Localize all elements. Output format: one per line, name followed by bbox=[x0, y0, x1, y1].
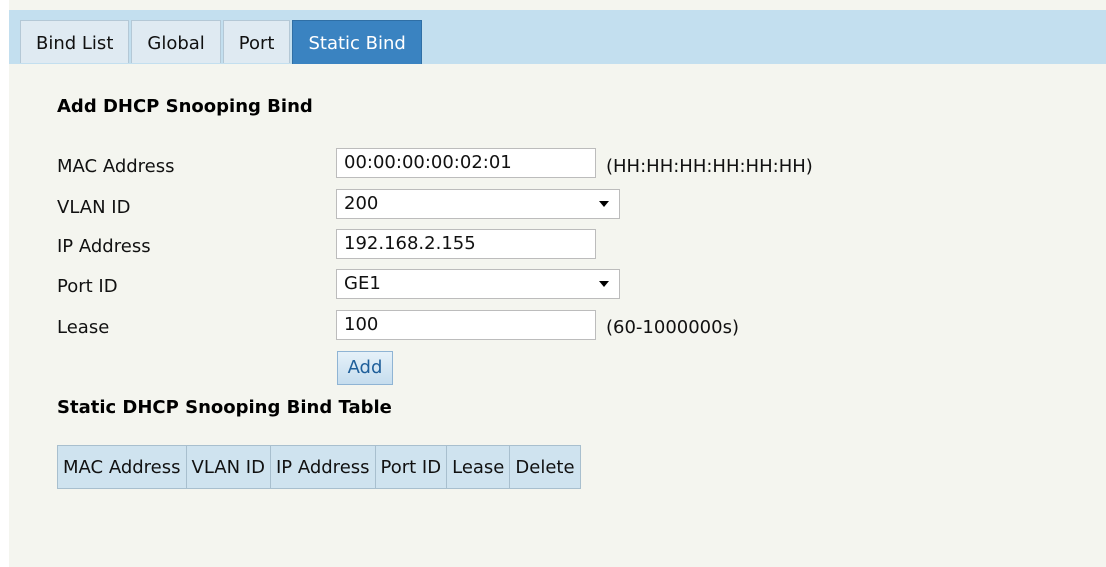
table-title: Static DHCP Snooping Bind Table bbox=[57, 397, 392, 418]
add-button[interactable]: Add bbox=[337, 351, 393, 385]
tab-static-bind[interactable]: Static Bind bbox=[292, 20, 422, 64]
vlan-id-select[interactable]: 200 bbox=[336, 189, 620, 219]
tab-bind-list[interactable]: Bind List bbox=[20, 20, 130, 63]
vlan-id-value: 200 bbox=[344, 193, 379, 214]
port-id-select[interactable]: GE1 bbox=[336, 269, 620, 299]
chevron-down-icon bbox=[599, 201, 609, 207]
column-header-vlan: VLAN ID bbox=[185, 445, 271, 489]
tab-port[interactable]: Port bbox=[222, 20, 291, 63]
lease-hint: (60-1000000s) bbox=[606, 317, 739, 338]
tab-global[interactable]: Global bbox=[131, 20, 221, 63]
vlan-id-label: VLAN ID bbox=[57, 197, 131, 218]
mac-address-input[interactable]: 00:00:00:00:02:01 bbox=[336, 148, 596, 178]
form-title: Add DHCP Snooping Bind bbox=[57, 96, 313, 117]
chevron-down-icon bbox=[599, 281, 609, 287]
port-id-label: Port ID bbox=[57, 276, 118, 297]
column-header-lease: Lease bbox=[446, 445, 511, 489]
table-header-row: MAC Address VLAN ID IP Address Port ID L… bbox=[57, 445, 581, 489]
bind-table: MAC Address VLAN ID IP Address Port ID L… bbox=[57, 445, 581, 489]
tab-list: Bind List Global Port Static Bind bbox=[20, 20, 424, 64]
column-header-mac: MAC Address bbox=[57, 445, 187, 489]
mac-address-hint: (HH:HH:HH:HH:HH:HH) bbox=[606, 156, 813, 177]
column-header-port: Port ID bbox=[374, 445, 448, 489]
ip-address-input[interactable]: 192.168.2.155 bbox=[336, 229, 596, 259]
column-header-ip: IP Address bbox=[269, 445, 376, 489]
lease-label: Lease bbox=[57, 317, 110, 338]
mac-address-label: MAC Address bbox=[57, 156, 175, 177]
column-header-delete: Delete bbox=[509, 445, 581, 489]
ip-address-label: IP Address bbox=[57, 236, 151, 257]
lease-input[interactable]: 100 bbox=[336, 310, 596, 340]
port-id-value: GE1 bbox=[344, 273, 381, 294]
